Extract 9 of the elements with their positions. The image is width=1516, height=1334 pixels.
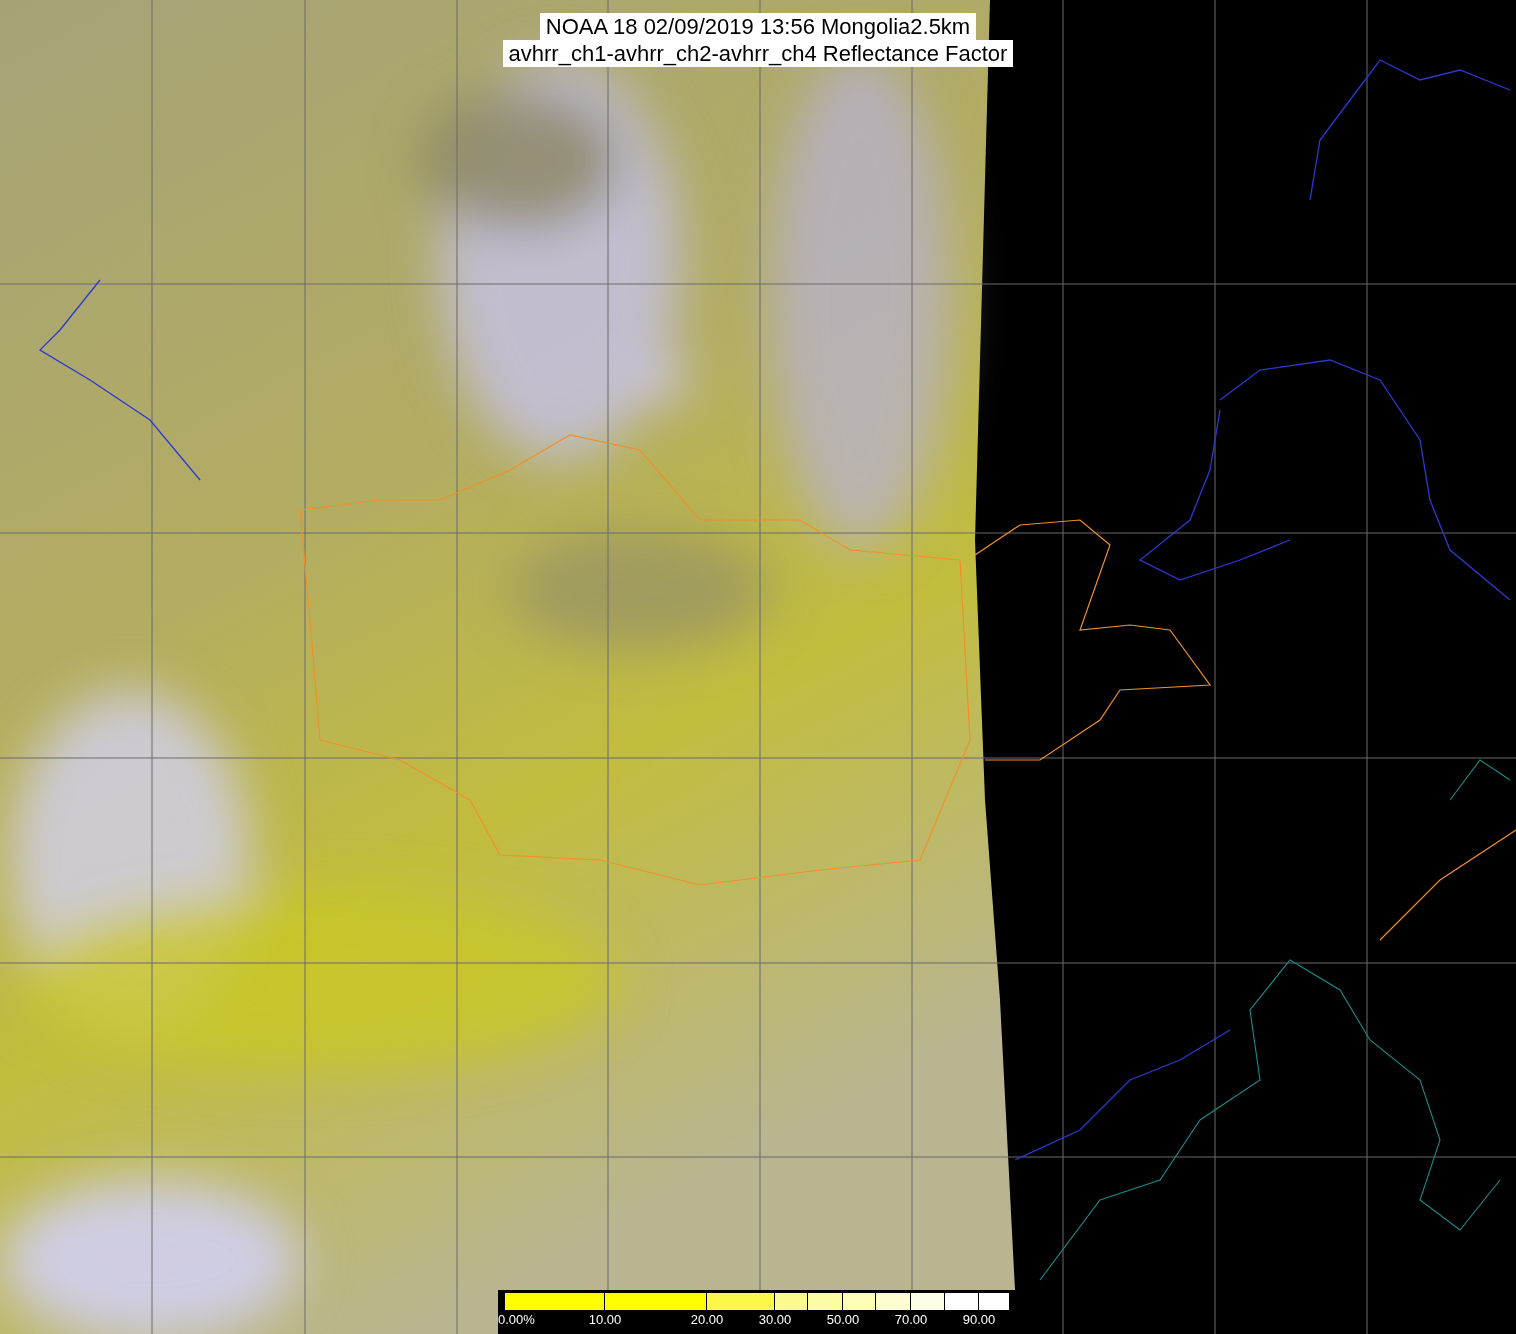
legend-label: 20.00 — [690, 1312, 724, 1327]
legend-label: 50.00 — [826, 1312, 860, 1327]
legend-label: 0.00% — [498, 1312, 535, 1327]
legend-label: 70.00 — [894, 1312, 928, 1327]
legend-label: 30.00 — [758, 1312, 792, 1327]
legend-label: 10.00 — [588, 1312, 622, 1327]
legend-label: 90.00 — [962, 1312, 996, 1327]
map-title: NOAA 18 02/09/2019 13:56 Mongolia2.5km — [539, 13, 977, 40]
map-title: avhrr_ch1-avhrr_ch2-avhrr_ch4 Reflectance Factor — [502, 40, 1014, 67]
